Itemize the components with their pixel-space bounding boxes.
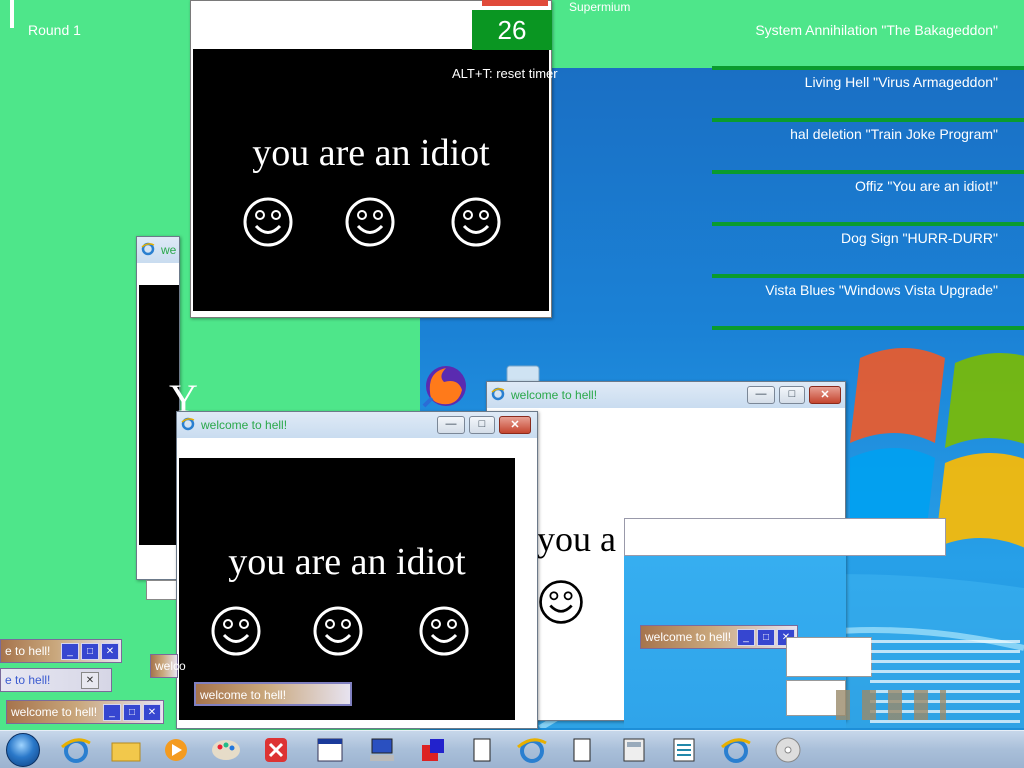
supermium-label: Supermium [569, 0, 631, 14]
smiley-icon [211, 606, 261, 656]
internet-explorer-icon[interactable] [716, 735, 756, 765]
idiot-message: you are an idiot [228, 541, 466, 583]
countdown-timer: 26 [472, 10, 552, 50]
window-title: welcome to hell! [201, 418, 288, 432]
mini-dialog[interactable]: e to hell! _ □ ✕ [0, 639, 122, 663]
cd-icon[interactable] [768, 735, 808, 765]
minimize-button[interactable]: — [747, 386, 775, 404]
smiley-icon [243, 197, 293, 247]
glitch-overlay [624, 518, 946, 556]
notepad-icon[interactable] [664, 735, 704, 765]
computer-icon[interactable] [362, 735, 402, 765]
idiot-panel: you are an idiot [179, 458, 515, 720]
list-item[interactable]: hal deletion "Train Joke Program" [712, 122, 1024, 174]
close-button-fragment[interactable] [482, 0, 548, 6]
smiley-icon [539, 580, 583, 624]
close-button[interactable]: ✕ [81, 672, 99, 689]
maximize-button[interactable]: □ [757, 629, 775, 646]
idiot-message: you a [537, 519, 616, 559]
list-item[interactable]: Vista Blues "Windows Vista Upgrade" [712, 278, 1024, 330]
internet-explorer-icon [491, 387, 505, 401]
window-title: we [161, 243, 177, 257]
mini-dialog[interactable]: welcome to hell! _ □ ✕ [640, 625, 798, 649]
idiot-message: you are an idiot [252, 132, 490, 174]
attack-list: System Annihilation "The Bakageddon" Liv… [712, 18, 1024, 330]
maximize-button[interactable]: □ [779, 386, 805, 404]
close-button[interactable]: ✕ [101, 643, 119, 660]
maximize-button[interactable]: □ [81, 643, 99, 660]
window-title: welcome to hell! [511, 388, 598, 402]
idiot-panel: Y [139, 285, 198, 545]
smiley-icon [345, 197, 395, 247]
windows-start-icon[interactable] [6, 733, 40, 767]
smiley-icon [419, 606, 469, 656]
minimize-button[interactable]: — [437, 416, 465, 434]
popup-window-back[interactable]: we Y [136, 236, 198, 580]
minimize-button[interactable]: _ [61, 643, 79, 660]
taskbar [0, 730, 1024, 768]
glitch-fragment [836, 690, 946, 720]
list-item[interactable]: Offiz "You are an idiot!" [712, 174, 1024, 226]
smiley-icon [313, 606, 363, 656]
list-item[interactable]: System Annihilation "The Bakageddon" [712, 18, 1024, 70]
window-icon[interactable] [310, 735, 350, 765]
list-item[interactable]: Living Hell "Virus Armageddon" [712, 70, 1024, 122]
paint-icon[interactable] [206, 735, 246, 765]
error-icon[interactable] [256, 735, 296, 765]
mini-dialog[interactable]: e to hell! ✕ [0, 668, 112, 692]
smiley-icon [451, 197, 501, 247]
glitch-fragment [786, 637, 872, 677]
mini-dialog[interactable]: welcome to hell! _ □ ✕ [6, 700, 164, 724]
window-shadow-frame [146, 580, 180, 600]
internet-explorer-icon[interactable] [512, 735, 552, 765]
idiot-panel: you are an idiot [193, 49, 549, 311]
mini-dialog[interactable]: welcome to hell! [194, 682, 352, 706]
close-button[interactable]: ✕ [143, 704, 161, 721]
list-item[interactable]: Dog Sign "HURR-DURR" [712, 226, 1024, 278]
document-icon[interactable] [462, 735, 502, 765]
minimize-button[interactable]: _ [103, 704, 121, 721]
cursor-fragment [10, 0, 14, 28]
close-button[interactable]: ✕ [499, 416, 531, 434]
document-icon[interactable] [562, 735, 602, 765]
close-button[interactable]: ✕ [809, 386, 841, 404]
internet-explorer-icon [141, 242, 155, 256]
calculator-icon[interactable] [614, 735, 654, 765]
folder-icon[interactable] [106, 735, 146, 765]
mini-dialog[interactable]: welco [150, 654, 186, 678]
minimize-button[interactable]: _ [737, 629, 755, 646]
internet-explorer-icon [181, 417, 195, 431]
firefox-icon[interactable] [422, 362, 470, 410]
round-label: Round 1 [28, 22, 81, 38]
maximize-button[interactable]: □ [469, 416, 495, 434]
internet-explorer-icon[interactable] [56, 735, 96, 765]
media-player-icon[interactable] [156, 735, 196, 765]
reset-timer-hint: ALT+T: reset timer [452, 66, 558, 81]
maximize-button[interactable]: □ [123, 704, 141, 721]
cube-icon[interactable] [412, 735, 452, 765]
